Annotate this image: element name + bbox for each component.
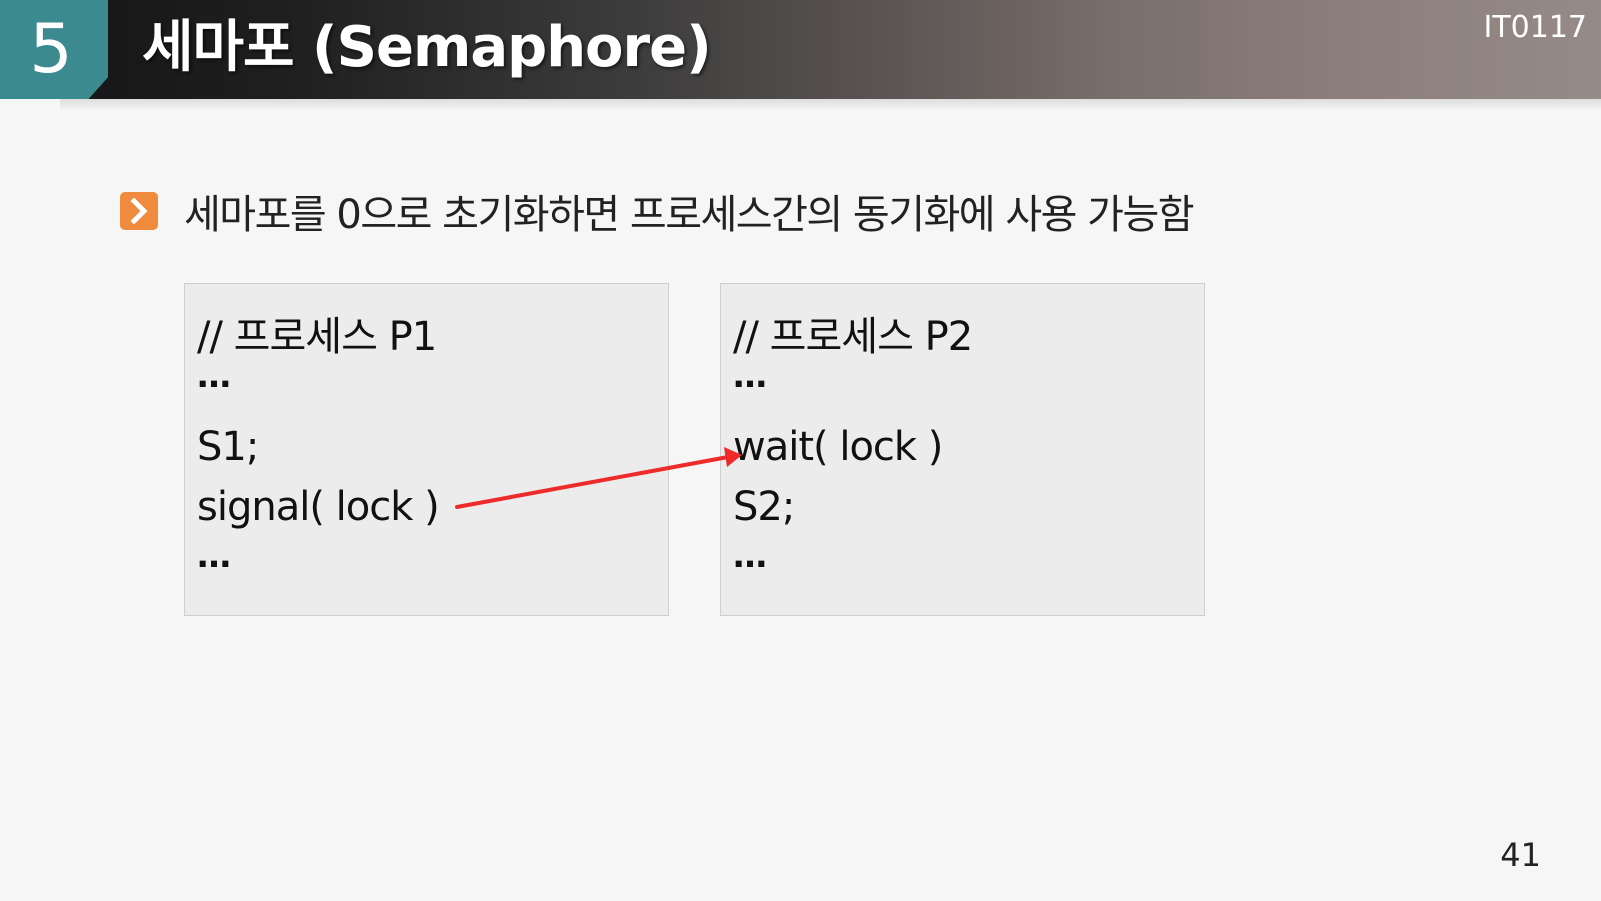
page-title: 세마포 (Semaphore) [142,15,712,80]
page-number: 41 [1500,836,1541,874]
p2-wait-call: wait( lock ) [733,424,943,470]
p1-comment: // 프로세스 P1 [197,314,437,360]
p2-ellipsis-top: … [733,356,767,396]
p1-signal-call: signal( lock ) [197,484,440,530]
p1-ellipsis-top: … [197,356,231,396]
course-code: IT0117 [1483,10,1587,45]
header-shadow [60,99,1601,111]
process-p1-code-box: // 프로세스 P1 … S1; signal( lock ) … [184,283,669,616]
p1-statement-s1: S1; [197,424,259,470]
p2-ellipsis-bottom: … [733,536,767,576]
slide: 5 세마포 (Semaphore) IT0117 세마포를 0으로 초기화하면 … [0,0,1601,901]
process-p2-code-box: // 프로세스 P2 … wait( lock ) S2; … [720,283,1205,616]
bullet-point: 세마포를 0으로 초기화하면 프로세스간의 동기화에 사용 가능함 [120,183,1195,239]
p2-comment: // 프로세스 P2 [733,314,973,360]
p2-statement-s2: S2; [733,484,795,530]
p1-ellipsis-bottom: … [197,536,231,576]
section-number-badge: 5 [0,0,108,99]
bullet-text: 세마포를 0으로 초기화하면 프로세스간의 동기화에 사용 가능함 [184,192,1195,238]
chevron-right-icon [120,192,158,230]
